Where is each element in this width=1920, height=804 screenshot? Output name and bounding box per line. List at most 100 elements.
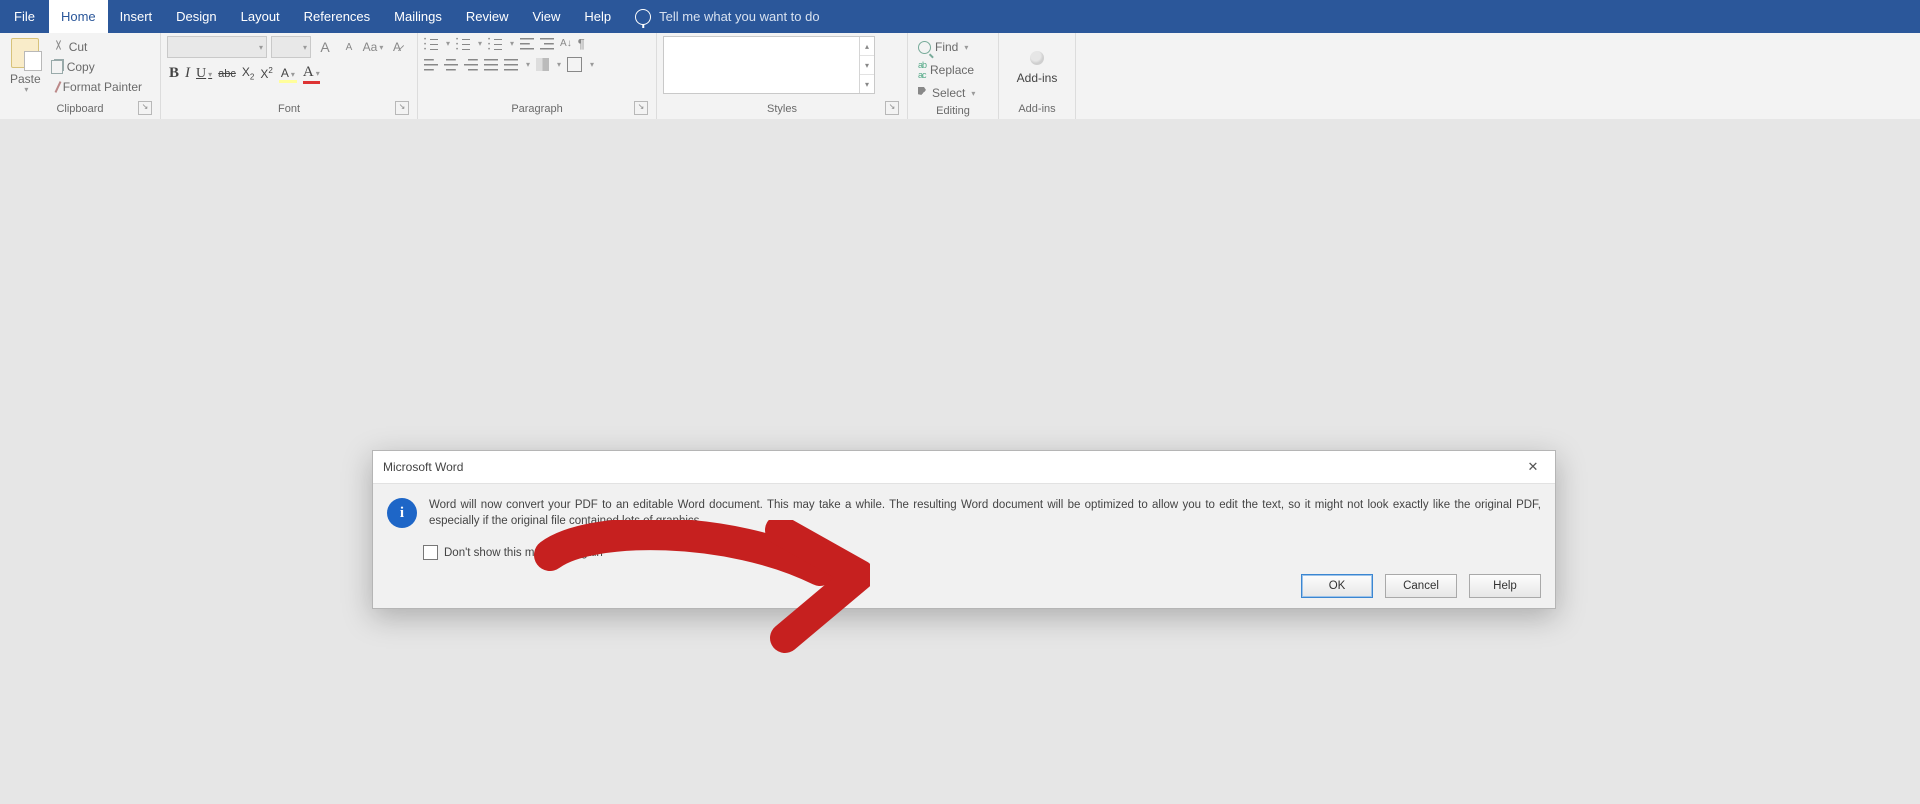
- group-addins: Add-ins Add-ins: [999, 33, 1076, 119]
- menubar: File Home Insert Design Layout Reference…: [0, 0, 1920, 33]
- dialog-launcher-icon[interactable]: ↘: [395, 101, 409, 115]
- find-button[interactable]: Find ▾: [914, 38, 992, 56]
- shading-button[interactable]: [536, 58, 549, 71]
- group-editing: Find ▾ abac Replace Select ▾ Editing: [908, 33, 999, 119]
- group-styles: ▴ ▾ ▾ Styles ↘: [657, 33, 908, 119]
- group-label-styles: Styles ↘: [663, 100, 901, 119]
- strikethrough-button[interactable]: abc: [218, 68, 236, 80]
- search-icon: [918, 41, 931, 54]
- style-gallery[interactable]: ▴ ▾ ▾: [663, 36, 875, 94]
- group-label-paragraph: Paragraph ↘: [424, 100, 650, 119]
- tell-me[interactable]: Tell me what you want to do: [635, 0, 819, 33]
- clear-formatting-button[interactable]: A̷: [387, 37, 407, 57]
- tab-home[interactable]: Home: [49, 0, 108, 33]
- tab-file[interactable]: File: [0, 0, 49, 33]
- addins-label: Add-ins: [1017, 71, 1058, 85]
- dialog-launcher-icon[interactable]: ↘: [138, 101, 152, 115]
- cut-label: Cut: [69, 40, 88, 54]
- tab-references[interactable]: References: [292, 0, 382, 33]
- font-size-combo[interactable]: ▾: [271, 36, 311, 58]
- scissors-icon: [51, 40, 65, 54]
- gallery-up-button[interactable]: ▴: [860, 37, 874, 56]
- pdf-convert-dialog: Microsoft Word ✕ i Word will now convert…: [372, 450, 1556, 609]
- numbering-button[interactable]: [456, 38, 470, 50]
- text-effects-button[interactable]: A▾: [279, 66, 297, 82]
- tab-help[interactable]: Help: [572, 0, 623, 33]
- info-icon: i: [387, 498, 417, 528]
- gallery-more-button[interactable]: ▾: [860, 75, 874, 93]
- bold-button[interactable]: B: [169, 65, 179, 82]
- tab-review[interactable]: Review: [454, 0, 521, 33]
- group-label-clipboard: Clipboard ↘: [6, 100, 154, 119]
- underline-button[interactable]: U▾: [196, 66, 212, 82]
- dialog-close-button[interactable]: ✕: [1519, 457, 1547, 477]
- multilevel-list-button[interactable]: [488, 38, 502, 50]
- align-center-button[interactable]: [444, 59, 458, 71]
- chevron-down-icon: ▾: [971, 89, 975, 98]
- superscript-button[interactable]: X2: [260, 66, 272, 81]
- borders-button[interactable]: [567, 57, 582, 72]
- brush-icon: [54, 81, 61, 93]
- decrease-indent-button[interactable]: [520, 38, 534, 50]
- grow-font-button[interactable]: A: [315, 37, 335, 57]
- format-painter-button[interactable]: Format Painter: [47, 78, 146, 96]
- change-case-button[interactable]: Aa▾: [363, 37, 383, 57]
- format-painter-label: Format Painter: [63, 80, 142, 94]
- gallery-down-button[interactable]: ▾: [860, 56, 874, 75]
- group-label-addins: Add-ins: [1005, 100, 1069, 119]
- tab-view[interactable]: View: [520, 0, 572, 33]
- align-left-button[interactable]: [424, 59, 438, 71]
- select-label: Select: [932, 86, 965, 100]
- group-clipboard: Paste ▾ Cut Copy Format Painter Clipbo: [0, 33, 161, 119]
- copy-label: Copy: [67, 60, 95, 74]
- chevron-down-icon: ▾: [964, 43, 968, 52]
- select-button[interactable]: Select ▾: [914, 84, 992, 102]
- font-name-combo[interactable]: ▾: [167, 36, 267, 58]
- dialog-launcher-icon[interactable]: ↘: [885, 101, 899, 115]
- close-icon: ✕: [1528, 459, 1539, 475]
- tab-insert[interactable]: Insert: [108, 0, 165, 33]
- cursor-icon: [918, 87, 928, 99]
- cancel-button[interactable]: Cancel: [1385, 574, 1457, 598]
- font-color-button[interactable]: A▾: [303, 64, 320, 83]
- line-spacing-button[interactable]: [504, 59, 518, 71]
- ok-button[interactable]: OK: [1301, 574, 1373, 598]
- help-button[interactable]: Help: [1469, 574, 1541, 598]
- tab-mailings[interactable]: Mailings: [382, 0, 454, 33]
- paste-button[interactable]: Paste ▾: [6, 36, 45, 94]
- tell-me-text: Tell me what you want to do: [659, 9, 819, 24]
- bullets-button[interactable]: [424, 38, 438, 50]
- addins-button[interactable]: Add-ins: [1007, 49, 1068, 87]
- increase-indent-button[interactable]: [540, 38, 554, 50]
- paste-label: Paste: [10, 72, 41, 86]
- justify-button[interactable]: [484, 59, 498, 71]
- lightbulb-icon: [635, 9, 651, 25]
- cut-button[interactable]: Cut: [47, 38, 146, 56]
- replace-label: Replace: [930, 63, 974, 77]
- shrink-font-button[interactable]: A: [339, 37, 359, 57]
- copy-icon: [51, 60, 63, 74]
- copy-button[interactable]: Copy: [47, 58, 146, 76]
- sort-button[interactable]: A↓: [560, 38, 572, 49]
- tab-design[interactable]: Design: [164, 0, 228, 33]
- chevron-down-icon: ▾: [24, 85, 28, 94]
- dialog-launcher-icon[interactable]: ↘: [634, 101, 648, 115]
- align-right-button[interactable]: [464, 59, 478, 71]
- tab-layout[interactable]: Layout: [229, 0, 292, 33]
- group-paragraph: ▾ ▾ ▾ A↓ ¶ ▾ ▾ ▾ Paragraph ↘: [418, 33, 657, 119]
- replace-button[interactable]: abac Replace: [914, 58, 992, 82]
- dialog-message: Word will now convert your PDF to an edi…: [429, 498, 1541, 529]
- replace-icon: abac: [918, 60, 926, 80]
- show-hide-button[interactable]: ¶: [578, 36, 585, 51]
- group-label-font: Font ↘: [167, 100, 411, 119]
- ribbon: Paste ▾ Cut Copy Format Painter Clipbo: [0, 33, 1920, 120]
- dialog-title: Microsoft Word: [383, 460, 463, 474]
- dont-show-again-checkbox[interactable]: [423, 545, 438, 560]
- addins-icon: [1030, 51, 1044, 65]
- dont-show-again-label: Don't show this message again: [444, 547, 603, 559]
- subscript-button[interactable]: X2: [242, 65, 254, 81]
- group-font: ▾ ▾ A A Aa▾ A̷ B I U▾ abc X2 X2 A▾ A▾ Fo…: [161, 33, 418, 119]
- find-label: Find: [935, 40, 958, 54]
- italic-button[interactable]: I: [185, 65, 190, 82]
- chevron-down-icon: ▾: [303, 43, 307, 52]
